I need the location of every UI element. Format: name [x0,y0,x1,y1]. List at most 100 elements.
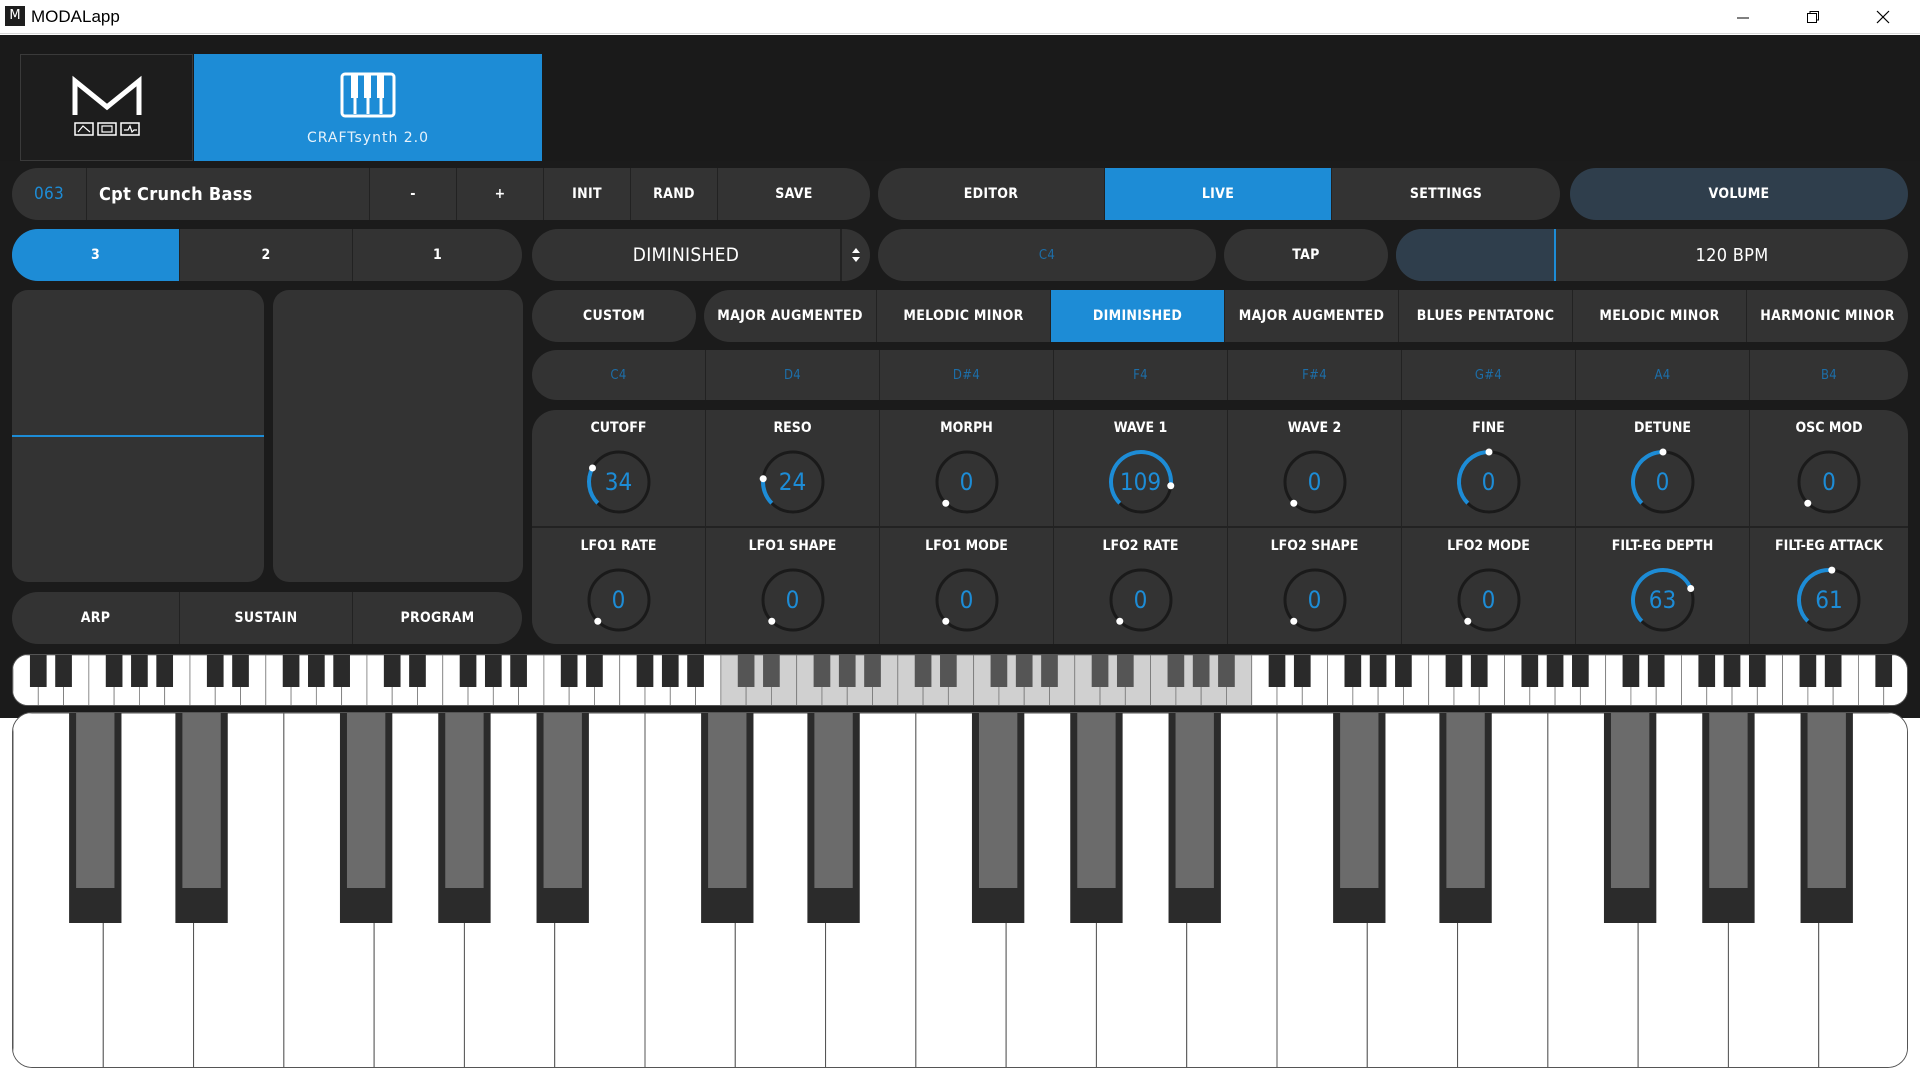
octave-1-button[interactable]: 1 [353,229,522,281]
keyboard-overview-keys [13,655,1907,705]
mini-black-key [308,655,325,687]
mini-black-key [510,655,527,687]
mini-black-key [1116,655,1134,687]
restore-button[interactable] [1778,0,1848,34]
octave-3-button[interactable]: 3 [12,229,180,281]
close-button[interactable] [1848,0,1918,34]
scale-diminished[interactable]: DIMINISHED [1051,290,1225,342]
tap-button[interactable]: TAP [1224,229,1388,281]
mini-black-key [29,655,47,687]
note-f-sharp-4[interactable]: F#4 [1228,350,1402,400]
knob-label: FILT-EG ATTACK [1775,538,1883,554]
knob-dial[interactable]: 0 [1281,566,1349,634]
octave-2-button[interactable]: 2 [180,229,353,281]
note-d4[interactable]: D4 [706,350,880,400]
mini-black-key [1369,655,1387,687]
minimize-button[interactable] [1708,0,1778,34]
knob-dial[interactable]: 24 [759,448,827,516]
init-button[interactable]: INIT [544,168,631,220]
mini-black-key [1824,655,1842,687]
knob-dial[interactable]: 0 [1455,566,1523,634]
scale-major-augmented[interactable]: MAJOR AUGMENTED [704,290,877,342]
preset-number[interactable]: 063 [12,168,87,220]
knob-dial[interactable]: 61 [1795,566,1863,634]
knob-wave-2: WAVE 2 0 [1228,410,1402,526]
preset-next-button[interactable]: + [457,168,544,220]
mini-black-key [1799,655,1817,687]
scale-major-augmented-2[interactable]: MAJOR AUGMENTED [1225,290,1399,342]
knob-lfo2-mode: LFO2 MODE 0 [1402,528,1576,644]
preset-name[interactable]: Cpt Crunch Bass [87,168,370,220]
note-g-sharp-4[interactable]: G#4 [1402,350,1576,400]
mini-black-key [131,655,148,687]
mini-black-key [1192,655,1210,687]
program-button[interactable]: PROGRAM [353,592,522,644]
xy-pad-right[interactable] [273,290,523,582]
tempo-value: 120 BPM [1695,244,1769,266]
note-b4[interactable]: B4 [1750,350,1908,400]
knob-label: FILT-EG DEPTH [1611,538,1714,554]
scale-list: MAJOR AUGMENTED MELODIC MINOR DIMINISHED… [704,290,1908,342]
mode-tabs: EDITOR LIVE SETTINGS [878,168,1560,220]
mini-black-key [1698,655,1716,687]
knob-value: 109 [1119,468,1162,496]
knob-value: 0 [1481,468,1496,496]
knob-dial[interactable]: 0 [933,448,1001,516]
knob-dial[interactable]: 0 [1281,448,1349,516]
scale-custom-button[interactable]: CUSTOM [532,290,696,342]
knob-dial[interactable]: 0 [585,566,653,634]
knob-label: DETUNE [1633,420,1692,436]
modal-logo-icon [72,75,142,136]
knob-dial[interactable]: 34 [585,448,653,516]
volume-label: VOLUME [1708,186,1770,202]
app-icon: M [5,6,25,26]
tempo-slider[interactable]: 120 BPM [1396,229,1908,281]
black-key-face [445,713,484,888]
scale-blues-pentatonic[interactable]: BLUES PENTATONC [1399,290,1573,342]
preset-previous-button[interactable]: - [370,168,457,220]
arp-button[interactable]: ARP [12,592,180,644]
restore-icon [1807,11,1819,23]
black-key-face [1077,713,1116,888]
knob-dial[interactable]: 63 [1629,566,1697,634]
knob-label: LFO2 SHAPE [1270,538,1359,554]
black-key-face [76,713,115,888]
knob-dial[interactable]: 0 [933,566,1001,634]
scale-harmonic-minor[interactable]: HARMONIC MINOR [1747,290,1908,342]
scale-melodic-minor-2[interactable]: MELODIC MINOR [1573,290,1747,342]
note-c4[interactable]: C4 [532,350,706,400]
knob-value: 0 [1133,586,1148,614]
note-f4[interactable]: F4 [1054,350,1228,400]
tab-live[interactable]: LIVE [1105,168,1332,220]
knob-label: WAVE 1 [1113,420,1168,436]
mini-black-key [1344,655,1362,687]
scale-select[interactable]: DIMINISHED [532,229,870,281]
modal-logo-tile[interactable]: M [20,54,193,161]
knob-dial[interactable]: 0 [1629,448,1697,516]
knob-label: LFO2 MODE [1447,538,1530,554]
preset-bar: 063 Cpt Crunch Bass - + INIT RAND SAVE [12,168,870,220]
piano-keyboard[interactable] [12,712,1908,1068]
tab-settings[interactable]: SETTINGS [1332,168,1560,220]
save-button[interactable]: SAVE [718,168,870,220]
sustain-button[interactable]: SUSTAIN [180,592,353,644]
knob-dial[interactable]: 0 [759,566,827,634]
tab-editor[interactable]: EDITOR [878,168,1105,220]
knob-value: 0 [1307,586,1322,614]
root-note-select[interactable]: C4 [878,229,1216,281]
note-d-sharp-4[interactable]: D#4 [880,350,1054,400]
knob-dial[interactable]: 109 [1107,448,1175,516]
mini-black-key [813,655,831,687]
note-a4[interactable]: A4 [1576,350,1750,400]
window-titlebar: M MODALapp [0,0,1920,34]
scale-melodic-minor[interactable]: MELODIC MINOR [877,290,1051,342]
knob-dial[interactable]: 0 [1455,448,1523,516]
xy-pad-left[interactable] [12,290,264,582]
knob-value: 0 [1481,586,1496,614]
knob-dial[interactable]: 0 [1107,566,1175,634]
knob-dial[interactable]: 0 [1795,448,1863,516]
rand-button[interactable]: RAND [631,168,718,220]
knob-label: WAVE 2 [1287,420,1342,436]
volume-control[interactable]: VOLUME [1570,168,1908,220]
keyboard-overview[interactable] [12,654,1908,706]
